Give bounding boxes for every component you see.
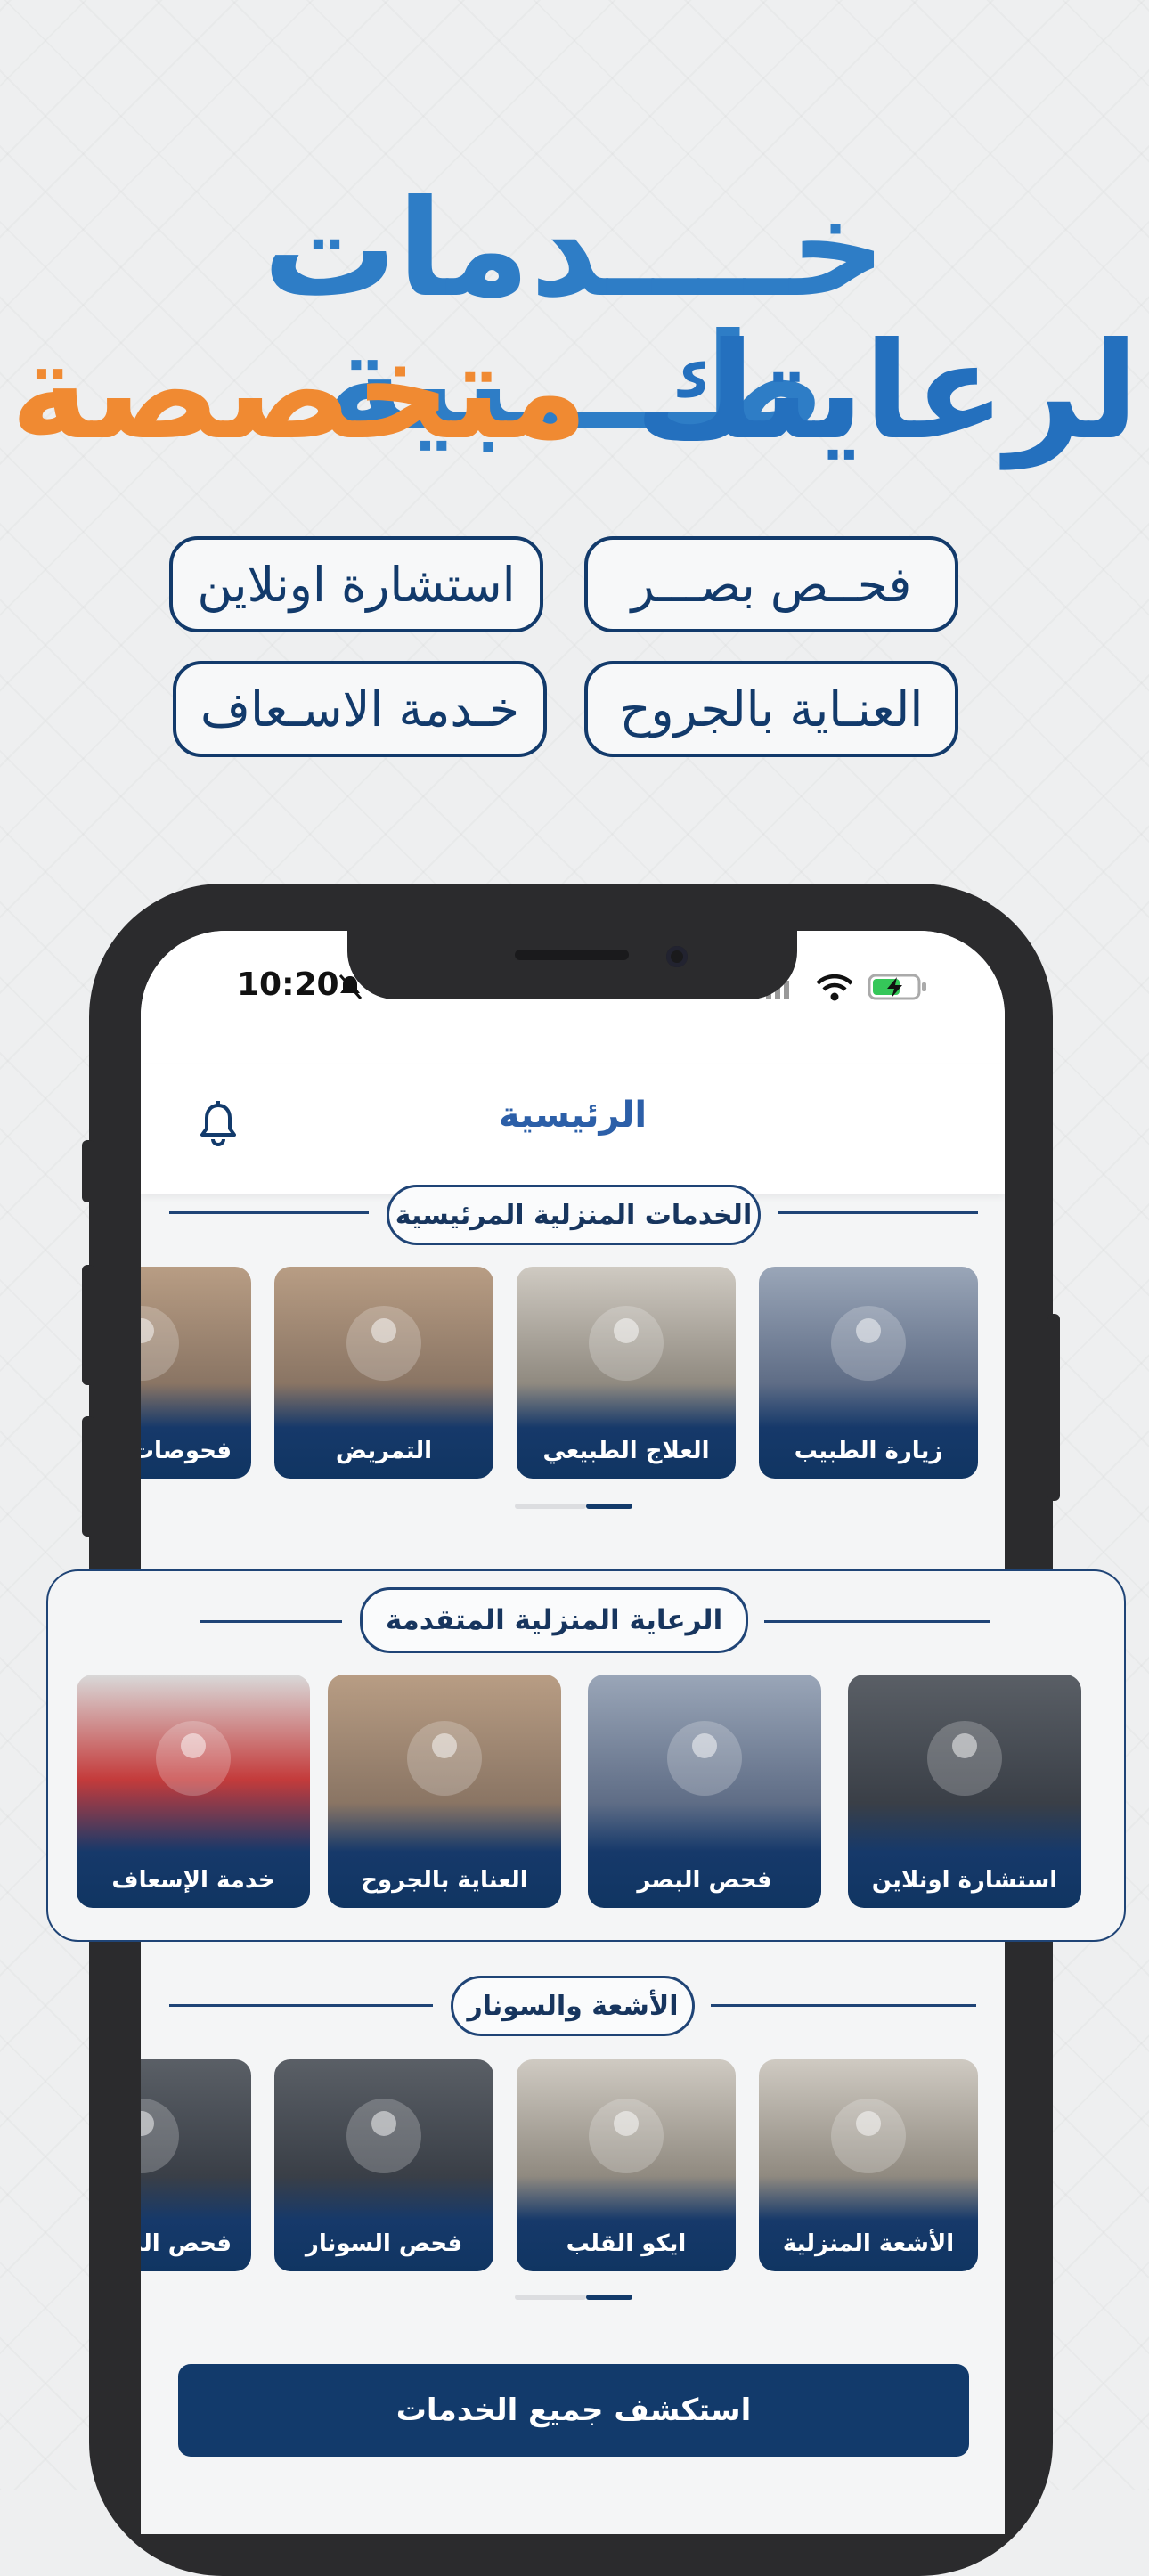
phone-speaker: [515, 950, 629, 960]
service-card-label: ايكو القلب: [566, 2230, 687, 2257]
phone-mute-switch: [82, 1140, 94, 1202]
service-card-eye-exam[interactable]: فحص البصر: [588, 1675, 821, 1908]
service-card-online-consult[interactable]: استشارة اونلاين: [848, 1675, 1081, 1908]
service-card-doctor-visit[interactable]: زيارة الطبيب: [759, 1267, 978, 1479]
photo-placeholder-icon: [141, 2098, 179, 2173]
service-card-nursing[interactable]: التمريض: [274, 1267, 493, 1479]
service-card-label: استشارة اونلاين: [871, 1867, 1058, 1894]
carousel-dot: [515, 2295, 586, 2300]
section-divider-right: [764, 1620, 990, 1623]
service-card-label: التمريض: [335, 1438, 433, 1464]
photo-placeholder-icon: [589, 2098, 664, 2173]
section-divider-left: [169, 1211, 369, 1214]
pill-ambulance: خـدمة الاسـعاف: [173, 661, 547, 757]
service-card-ambulance[interactable]: خدمة الإسعاف: [77, 1675, 310, 1908]
photo-placeholder-icon: [927, 1721, 1002, 1797]
photo-placeholder-icon: [346, 2098, 421, 2173]
radiology-carousel: الأشعة المنزلية ايكو القلب فحص السونار ف…: [141, 2049, 1005, 2280]
phone-volume-up: [82, 1265, 94, 1385]
status-time: 10:20: [237, 966, 339, 1003]
photo-placeholder-icon: [589, 1305, 664, 1381]
service-card-label: فحص البصر: [637, 1867, 772, 1894]
hero-title-orange: متخصصة: [10, 314, 589, 469]
section-divider-left: [200, 1620, 342, 1623]
service-card-label: فحص السونار: [305, 2230, 463, 2257]
hero-title-line2: لرعايتك متخصصة: [0, 325, 1149, 459]
section-title-advanced-care: الرعاية المنزلية المتقدمة: [360, 1587, 748, 1653]
pill-online-consult: استشارة اونلاين: [169, 536, 543, 632]
explore-all-services-button[interactable]: استكشف جميع الخدمات: [178, 2364, 969, 2457]
photo-placeholder-icon: [346, 1305, 421, 1381]
photo-placeholder-icon: [407, 1721, 482, 1797]
service-card-label: فحص الد: [141, 2230, 232, 2257]
carousel-dot: [515, 1504, 586, 1509]
advanced-care-panel: الرعاية المنزلية المتقدمة استشارة اونلاي…: [46, 1569, 1126, 1942]
pill-wound-care: العنـاية بالجروح: [584, 661, 958, 757]
service-card-lab-tests[interactable]: فحوصات: [141, 1267, 251, 1479]
hero-title-blue: لرعايتك: [634, 314, 1139, 469]
phone-power-button: [1047, 1314, 1060, 1501]
service-card-label: العناية بالجروح: [361, 1867, 528, 1894]
section-title-main-services: الخدمات المنزلية المرئيسية: [387, 1185, 761, 1245]
section-divider-right: [711, 2004, 976, 2007]
service-card-partial[interactable]: فحص الد: [141, 2059, 251, 2271]
service-card-label: فحوصات: [141, 1438, 232, 1464]
service-card-sonar[interactable]: فحص السونار: [274, 2059, 493, 2271]
service-card-wound-care[interactable]: العناية بالجروح: [328, 1675, 561, 1908]
section-divider-left: [169, 2004, 433, 2007]
service-card-label: الأشعة المنزلية: [782, 2230, 955, 2257]
photo-placeholder-icon: [667, 1721, 742, 1797]
service-card-home-xray[interactable]: الأشعة المنزلية: [759, 2059, 978, 2271]
photo-placeholder-icon: [831, 1305, 906, 1381]
wifi-icon: [816, 974, 853, 1001]
battery-charging-icon: [868, 974, 926, 1000]
photo-placeholder-icon: [831, 2098, 906, 2173]
service-card-label: خدمة الإسعاف: [111, 1867, 275, 1894]
service-card-label: زيارة الطبيب: [794, 1438, 943, 1464]
page-title: الرئيسية: [498, 1095, 648, 1136]
app-header: الرئيسية: [141, 1064, 1005, 1194]
service-card-physiotherapy[interactable]: العلاج الطبيعي: [517, 1267, 736, 1479]
carousel-dot-active: [586, 1504, 632, 1509]
phone-camera: [666, 946, 688, 967]
service-card-label: العلاج الطبيعي: [542, 1438, 710, 1464]
photo-placeholder-icon: [141, 1305, 179, 1381]
carousel-dot-active: [586, 2295, 632, 2300]
service-card-heart-echo[interactable]: ايكو القلب: [517, 2059, 736, 2271]
pill-eye-exam: فحــص بصـــر: [584, 536, 958, 632]
section-divider-right: [778, 1211, 978, 1214]
phone-volume-down: [82, 1416, 94, 1537]
photo-placeholder-icon: [156, 1721, 231, 1797]
section-title-radiology: الأشعة والسونار: [451, 1976, 695, 2036]
